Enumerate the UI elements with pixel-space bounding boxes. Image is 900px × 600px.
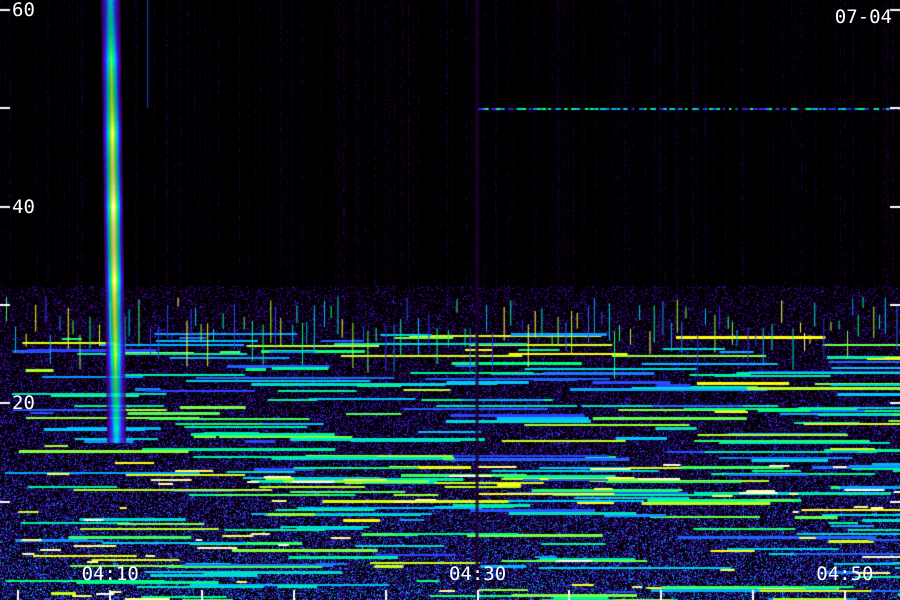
x-tick-label: 04:10 [81, 563, 139, 585]
x-tick-label: 04:50 [816, 563, 874, 585]
y-tick-label: 60 [12, 0, 35, 21]
y-tick-label: 40 [12, 195, 35, 218]
date-label: 07-04 [834, 6, 892, 28]
spectrogram-plot [0, 0, 900, 600]
x-tick-label: 04:30 [448, 563, 507, 585]
y-tick-label: 20 [12, 392, 35, 415]
